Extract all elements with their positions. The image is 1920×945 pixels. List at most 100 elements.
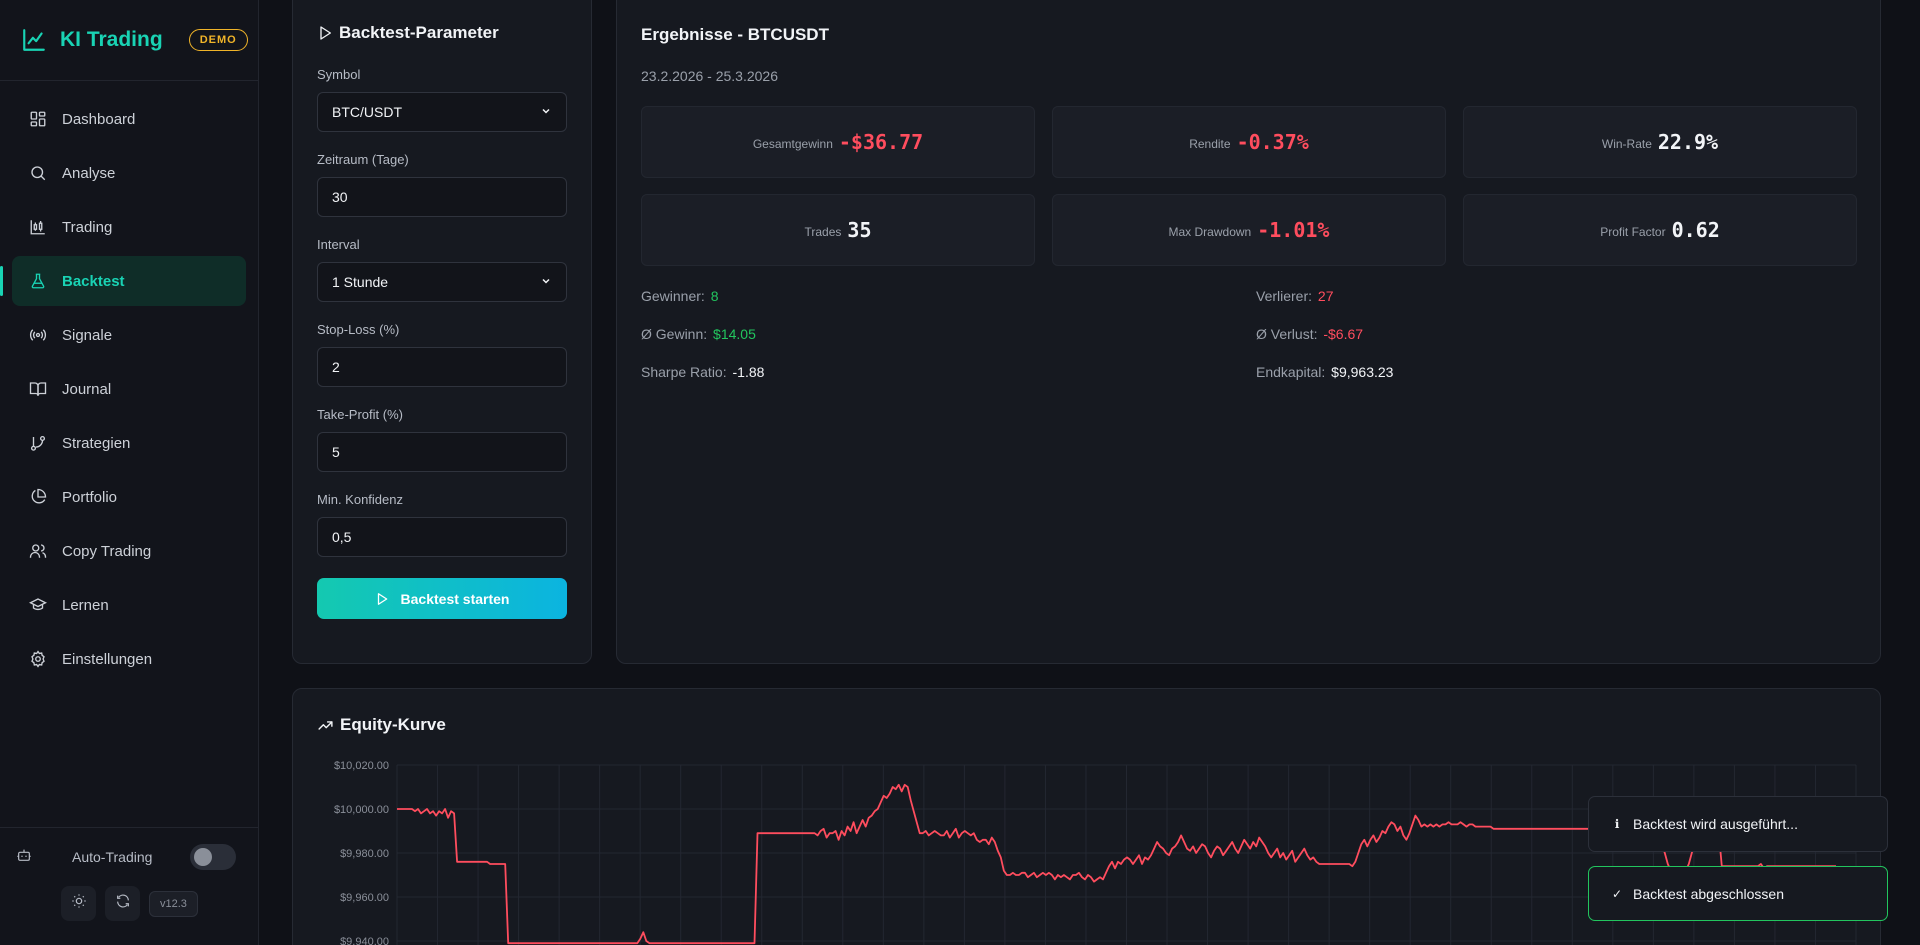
detail-label: Gewinner: <box>641 288 705 304</box>
sun-icon <box>71 893 87 914</box>
detail-label: Sharpe Ratio: <box>641 364 727 380</box>
robot-icon <box>16 847 32 868</box>
nav-item-lernen[interactable]: Lernen <box>12 580 246 630</box>
nav-label: Backtest <box>62 272 125 290</box>
nav-item-strategien[interactable]: Strategien <box>12 418 246 468</box>
sidebar-footer: Auto-Trading v12.3 <box>0 827 258 945</box>
stoploss-input[interactable]: 2 <box>317 347 567 387</box>
stat-label: Max Drawdown <box>1168 225 1252 239</box>
card-title: Backtest-Parameter <box>317 23 567 43</box>
interval-label: Interval <box>317 237 360 252</box>
dashboard-icon <box>28 109 48 129</box>
toast-text: Backtest wird ausgeführt... <box>1633 816 1798 832</box>
confidence-input[interactable]: 0,5 <box>317 517 567 557</box>
detail-label: Endkapital: <box>1256 364 1326 380</box>
backtest-parameters-card: Backtest-Parameter Symbol BTC/USDT Zeitr… <box>292 0 592 664</box>
chevron-down-icon <box>540 274 552 290</box>
detail-winners: Gewinner: 8 <box>641 288 1256 306</box>
check-icon: ✓ <box>1611 886 1623 901</box>
stat-value: 0.62 <box>1671 218 1720 242</box>
auto-trading-label: Auto-Trading <box>72 849 153 865</box>
info-icon: ℹ <box>1614 817 1620 831</box>
stoploss-value: 2 <box>332 359 340 375</box>
y-tick-label: $9,940.00 <box>340 936 389 945</box>
nav-item-trading[interactable]: Trading <box>12 202 246 252</box>
period-input[interactable]: 30 <box>317 177 567 217</box>
detail-label: Ø Gewinn: <box>641 326 708 342</box>
toast-complete[interactable]: ✓ Backtest abgeschlossen <box>1588 866 1888 921</box>
interval-value: 1 Stunde <box>332 274 389 290</box>
results-card: Ergebnisse - BTCUSDT 23.2.2026 - 25.3.20… <box>616 0 1881 664</box>
detail-value: 27 <box>1317 288 1334 304</box>
nav-item-einstellungen[interactable]: Einstellungen <box>12 634 246 684</box>
stat-value: -$36.77 <box>838 130 924 154</box>
refresh-button[interactable] <box>105 886 140 921</box>
detail-value: $14.05 <box>713 326 756 342</box>
nav-item-copy-trading[interactable]: Copy Trading <box>12 526 246 576</box>
nav-item-dashboard[interactable]: Dashboard <box>12 94 246 144</box>
pie-chart-icon <box>28 487 48 507</box>
gear-icon <box>28 649 48 669</box>
detail-end-capital: Endkapital: $9,963.23 <box>1256 364 1656 382</box>
book-icon <box>28 379 48 399</box>
start-backtest-button[interactable]: Backtest starten <box>317 578 567 619</box>
detail-value: $9,963.23 <box>1331 364 1394 380</box>
takeprofit-value: 5 <box>332 444 340 460</box>
symbol-select[interactable]: BTC/USDT <box>317 92 567 132</box>
detail-label: Verlierer: <box>1256 288 1313 304</box>
nav-item-backtest[interactable]: Backtest <box>0 256 246 306</box>
detail-avg-win: Ø Gewinn: $14.05 <box>641 326 1256 344</box>
symbol-value: BTC/USDT <box>332 104 402 120</box>
nav-item-signale[interactable]: Signale <box>12 310 246 360</box>
auto-trading-toggle[interactable] <box>190 844 236 870</box>
nav-label: Trading <box>62 218 113 236</box>
stat-value: -0.37% <box>1236 130 1309 154</box>
demo-badge: DEMO <box>188 29 248 51</box>
period-label: Zeitraum (Tage) <box>317 152 409 167</box>
stat-win-rate: Win-Rate 22.9% <box>1463 106 1857 178</box>
detail-label: Ø Verlust: <box>1256 326 1318 342</box>
toast-running[interactable]: ℹ Backtest wird ausgeführt... <box>1588 796 1888 852</box>
main-nav: Dashboard Analyse Trading Backtest Signa… <box>0 81 258 684</box>
graduation-cap-icon <box>28 595 48 615</box>
stat-return: Rendite -0.37% <box>1052 106 1446 178</box>
stat-value: 22.9% <box>1657 130 1719 154</box>
stat-label: Trades <box>804 225 842 239</box>
detail-avg-loss: Ø Verlust: -$6.67 <box>1256 326 1656 344</box>
nav-label: Einstellungen <box>62 650 153 668</box>
y-tick-label: $9,980.00 <box>340 848 389 860</box>
brand-name: KI Trading <box>60 28 163 51</box>
takeprofit-label: Take-Profit (%) <box>317 407 403 422</box>
nav-label: Dashboard <box>62 110 136 128</box>
start-backtest-label: Backtest starten <box>400 590 510 607</box>
stat-total-profit: Gesamtgewinn -$36.77 <box>641 106 1035 178</box>
stat-label: Rendite <box>1189 137 1231 151</box>
theme-toggle-button[interactable] <box>61 886 96 921</box>
sidebar: KI Trading DEMO Dashboard Analyse Tradin… <box>0 0 259 945</box>
nav-label: Journal <box>62 380 112 398</box>
nav-label: Lernen <box>62 596 109 614</box>
nav-label: Strategien <box>62 434 131 452</box>
params-title: Backtest-Parameter <box>339 23 499 42</box>
confidence-value: 0,5 <box>332 529 352 545</box>
nav-label: Signale <box>62 326 113 344</box>
nav-label: Portfolio <box>62 488 118 506</box>
interval-select[interactable]: 1 Stunde <box>317 262 567 302</box>
version-badge: v12.3 <box>149 890 198 917</box>
nav-item-analyse[interactable]: Analyse <box>12 148 246 198</box>
flask-icon <box>28 271 48 291</box>
brand[interactable]: KI Trading DEMO <box>0 0 258 81</box>
refresh-icon <box>115 893 131 914</box>
takeprofit-input[interactable]: 5 <box>317 432 567 472</box>
stat-grid: Gesamtgewinn -$36.77 Rendite -0.37% Win-… <box>641 106 1857 266</box>
nav-item-journal[interactable]: Journal <box>12 364 246 414</box>
date-range: 23.2.2026 - 25.3.2026 <box>641 68 779 84</box>
detail-value: 8 <box>710 288 719 304</box>
chevron-down-icon <box>540 104 552 120</box>
users-icon <box>28 541 48 561</box>
nav-label: Copy Trading <box>62 542 152 560</box>
stat-max-drawdown: Max Drawdown -1.01% <box>1052 194 1446 266</box>
stat-label: Gesamtgewinn <box>752 137 833 151</box>
nav-item-portfolio[interactable]: Portfolio <box>12 472 246 522</box>
confidence-label: Min. Konfidenz <box>317 492 403 507</box>
